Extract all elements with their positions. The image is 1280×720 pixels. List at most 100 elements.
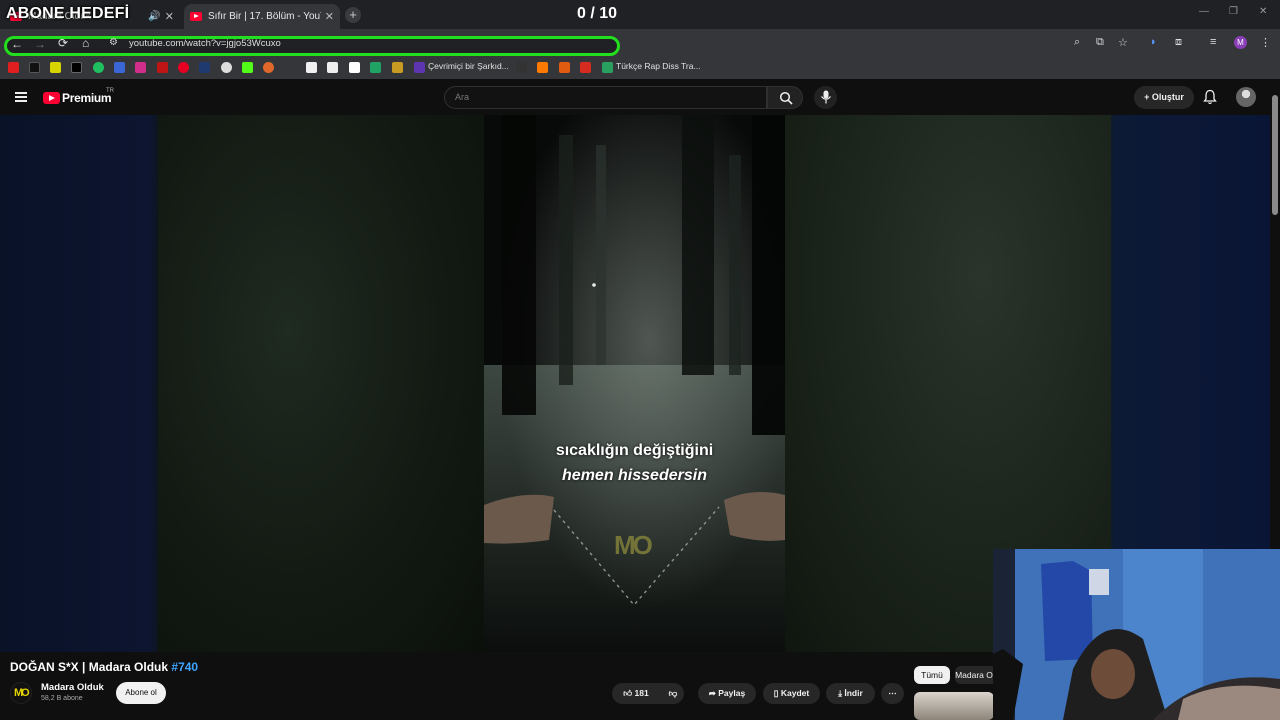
- tab-sifir-bir[interactable]: Sıfır Bir | 17. Bölüm - YouTube ✕: [184, 4, 340, 29]
- thumbs-down-icon: 👎︎: [668, 688, 678, 698]
- page-scrollbar-thumb[interactable]: [1272, 95, 1278, 215]
- stream-overlay-title: ABONE HEDEFİ: [6, 5, 130, 22]
- notifications-bell-icon[interactable]: [1203, 89, 1217, 105]
- youtube-favicon-icon: [190, 12, 202, 21]
- save-button[interactable]: ▯ Kaydet: [763, 683, 820, 704]
- close-tab-icon[interactable]: ✕: [165, 10, 174, 23]
- webcam-overlay: [993, 549, 1280, 720]
- kick-icon[interactable]: [242, 62, 253, 73]
- download-icon: ⤓: [838, 688, 842, 698]
- chip-all[interactable]: Tümü: [914, 666, 950, 684]
- new-tab-button[interactable]: +: [345, 7, 361, 23]
- thumbs-up-icon: 👍︎: [623, 688, 633, 698]
- video-subtitle-line2: hemen hissedersin: [562, 467, 707, 484]
- bookmark-icon[interactable]: [392, 62, 403, 73]
- webcam-feed-image: [993, 549, 1280, 720]
- download-button[interactable]: ⤓ İndir: [826, 683, 875, 704]
- bookmark-icon[interactable]: [221, 62, 232, 73]
- video-title: DOĞAN S*X | Madara Olduk #740: [10, 660, 198, 674]
- back-arrow-icon[interactable]: ←: [11, 37, 23, 51]
- account-avatar[interactable]: [1236, 87, 1256, 107]
- youtube-premium-label[interactable]: Premium: [62, 91, 112, 105]
- reload-icon[interactable]: ⟳: [58, 36, 68, 50]
- spotify-icon[interactable]: [93, 62, 104, 73]
- microphone-icon: [821, 90, 831, 104]
- channel-avatar-logo: MO: [14, 687, 30, 699]
- channel-name[interactable]: Madara Olduk: [41, 682, 104, 693]
- media-control-icon[interactable]: ≡: [1210, 36, 1216, 48]
- like-count: 181: [634, 688, 649, 698]
- instagram-icon[interactable]: [135, 62, 146, 73]
- close-window-icon[interactable]: ✕: [1259, 6, 1267, 17]
- zoom-icon[interactable]: ⌕: [1074, 36, 1080, 49]
- voice-search-button[interactable]: [814, 86, 837, 109]
- speaker-icon[interactable]: 🔊: [148, 11, 160, 22]
- dislike-button[interactable]: 👎︎: [662, 683, 684, 704]
- share-label: Paylaş: [718, 688, 746, 698]
- home-icon[interactable]: ⌂: [82, 36, 89, 50]
- player-ambient-left: [158, 115, 484, 652]
- extensions-puzzle-icon[interactable]: ⧈: [1175, 36, 1182, 49]
- more-actions-button[interactable]: ⋯: [881, 683, 904, 704]
- minimize-window-icon[interactable]: —: [1199, 6, 1209, 17]
- menu-kebab-icon[interactable]: ⋮: [1260, 36, 1271, 49]
- tiktok-icon[interactable]: [29, 62, 40, 73]
- forest-scene-image: [484, 115, 785, 652]
- video-hashtag[interactable]: #740: [171, 660, 198, 674]
- address-bar[interactable]: [4, 36, 620, 56]
- bookmark-icon[interactable]: [50, 62, 61, 73]
- profile-avatar[interactable]: M: [1234, 36, 1247, 49]
- like-button[interactable]: 👍︎ 181: [612, 683, 660, 704]
- search-button[interactable]: [767, 86, 803, 109]
- bookmark-icon[interactable]: [199, 62, 210, 73]
- gmail-icon[interactable]: [306, 62, 317, 73]
- url-text[interactable]: youtube.com/watch?v=jgjo53Wcuxo: [129, 38, 281, 49]
- bookmark-icon[interactable]: [349, 62, 360, 73]
- x-icon[interactable]: [71, 62, 82, 73]
- bookmark-icon[interactable]: [537, 62, 548, 73]
- channel-watermark: MO: [614, 530, 653, 560]
- tab-title: Sıfır Bir | 17. Bölüm - YouTube: [208, 11, 321, 22]
- youtube-logo-icon[interactable]: [43, 92, 60, 104]
- create-label: Oluştur: [1151, 92, 1184, 102]
- hamburger-menu-icon[interactable]: [15, 92, 27, 102]
- country-code: TR: [106, 88, 114, 94]
- recommendation-thumbnail[interactable]: [914, 692, 994, 720]
- bookmark-icon[interactable]: [114, 62, 125, 73]
- bookmark-icon[interactable]: [559, 62, 570, 73]
- bookmark-icon: ▯: [773, 688, 779, 698]
- site-settings-icon[interactable]: ⚙: [109, 37, 118, 48]
- share-icon: ➦: [708, 688, 716, 698]
- close-tab-icon[interactable]: ✕: [325, 10, 334, 23]
- bookmark-icon[interactable]: [580, 62, 591, 73]
- bookmark-star-icon[interactable]: ☆: [1118, 36, 1128, 49]
- video-subtitle-line1: sıcaklığın değiştiğini: [555, 442, 714, 459]
- extension-icon[interactable]: ◗: [1150, 36, 1157, 48]
- search-icon: [779, 91, 793, 105]
- install-app-icon[interactable]: ⧉: [1096, 36, 1104, 49]
- bookmark-icon[interactable]: [8, 62, 19, 73]
- forward-arrow-icon[interactable]: →: [34, 37, 46, 51]
- video-frame[interactable]: sıcaklığın değiştiğini hemen hissedersin…: [484, 115, 785, 652]
- search-input[interactable]: Ara: [444, 86, 767, 109]
- bookmark-icon[interactable]: [370, 62, 381, 73]
- subscribe-button[interactable]: Abone ol: [116, 682, 166, 704]
- bookmark-icon[interactable]: [516, 62, 527, 73]
- bookmark-icon[interactable]: [602, 62, 613, 73]
- video-title-text: DOĞAN S*X | Madara Olduk: [10, 660, 169, 674]
- channel-subscriber-count: 58,2 B abone: [41, 695, 83, 702]
- channel-avatar[interactable]: MO: [10, 682, 32, 704]
- bookmark-icon[interactable]: [263, 62, 274, 73]
- maximize-window-icon[interactable]: ❐: [1229, 6, 1238, 17]
- bookmark-label[interactable]: Türkçe Rap Diss Tra...: [616, 61, 701, 71]
- bookmark-icon[interactable]: [327, 62, 338, 73]
- bookmark-icon[interactable]: [157, 62, 168, 73]
- download-label: İndir: [844, 688, 863, 698]
- chip-madara[interactable]: Madara O: [955, 666, 993, 684]
- pinterest-icon[interactable]: [178, 62, 189, 73]
- screen: Madara Olduk 🔊 ✕ Sıfır Bir | 17. Bölüm -…: [0, 0, 1280, 720]
- share-button[interactable]: ➦ Paylaş: [698, 683, 756, 704]
- bookmark-icon[interactable]: [414, 62, 425, 73]
- bookmark-label[interactable]: Çevrimiçi bir Şarkıd...: [428, 61, 509, 71]
- create-button[interactable]: + Oluştur: [1134, 86, 1194, 109]
